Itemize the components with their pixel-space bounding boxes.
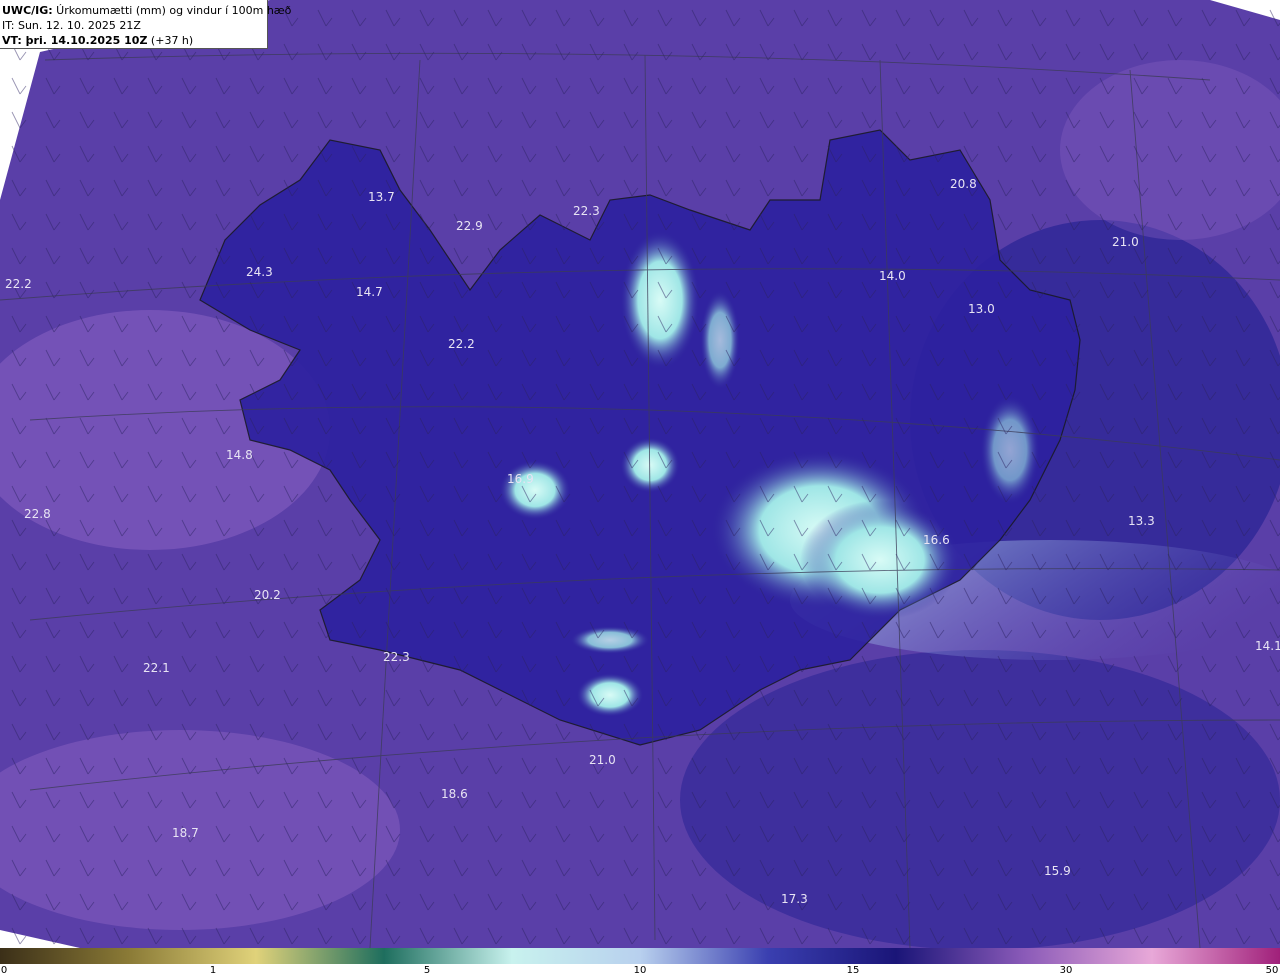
valid-time-line: VT: þri. 14.10.2025 10Z (+37 h) [2,33,267,48]
colorbar-tick: 5 [423,965,431,976]
value-label: 21.0 [1112,235,1139,249]
value-label: 14.7 [356,285,383,299]
value-label: 20.2 [254,588,281,602]
value-label: 14.1 [1255,639,1280,653]
value-label: 17.3 [781,892,808,906]
value-label: 16.9 [507,472,534,486]
init-time: IT: Sun. 12. 10. 2025 21Z [2,19,141,32]
title-description: Úrkomumætti (mm) og vindur í 100m hæð [52,4,292,17]
value-label: 22.1 [143,661,170,675]
valid-time: VT: þri. 14.10.2025 10Z [2,34,148,47]
value-label: 22.3 [573,204,600,218]
colorbar-tick: 15 [846,965,860,976]
value-label: 16.6 [923,533,950,547]
title-line: UWC/IG: Úrkomumætti (mm) og vindur í 100… [2,3,291,18]
value-label: 24.3 [246,265,273,279]
wind-barbs [0,0,1280,948]
colorbar-tick: 10 [633,965,647,976]
value-label: 22.8 [24,507,51,521]
colorbar-tick: 50 [1265,965,1279,976]
precipitation-map: 22.2 13.7 22.9 22.3 20.8 21.0 24.3 14.7 … [0,0,1280,948]
model-prefix: UWC/IG: [2,4,53,17]
value-label: 13.7 [368,190,395,204]
value-label: 18.6 [441,787,468,801]
forecast-hour: (+37 h) [147,34,194,47]
value-label: 18.7 [172,826,199,840]
colorbar-tick: 1 [209,965,217,976]
map-title-box: UWC/IG: Úrkomumætti (mm) og vindur í 100… [0,0,291,49]
value-label: 20.8 [950,177,977,191]
colorbar-gradient [0,948,1280,964]
colorbar-tick: 0 [0,965,8,976]
value-label: 14.8 [226,448,253,462]
value-label: 13.3 [1128,514,1155,528]
value-label: 22.2 [5,277,32,291]
value-label: 15.9 [1044,864,1071,878]
value-label: 22.9 [456,219,483,233]
value-label: 22.3 [383,650,410,664]
value-label: 13.0 [968,302,995,316]
colorbar: 0 1 5 10 15 30 50 [0,948,1280,978]
value-label: 21.0 [589,753,616,767]
value-label: 14.0 [879,269,906,283]
colorbar-tick: 30 [1059,965,1073,976]
value-label: 22.2 [448,337,475,351]
